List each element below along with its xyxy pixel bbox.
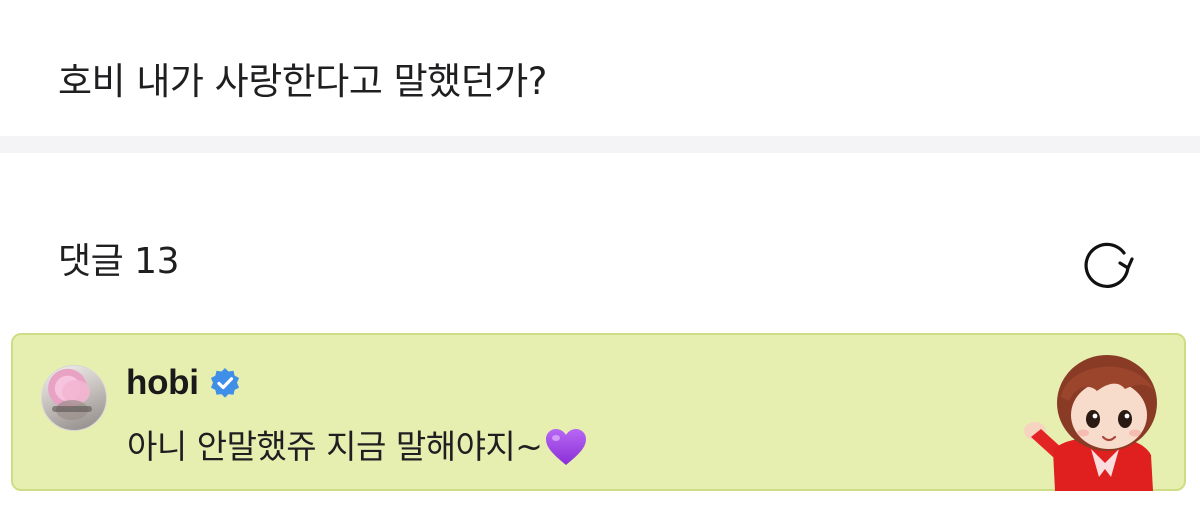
refresh-button[interactable] [1078, 238, 1136, 290]
section-divider [0, 136, 1200, 153]
comment-body: 아니 안말했쥬 지금 말해야지~ [127, 427, 543, 466]
character-sticker [1024, 355, 1157, 491]
username-row: hobi [126, 361, 241, 405]
comment-text: 아니 안말했쥬 지금 말해야지~ [127, 425, 588, 469]
refresh-icon [1084, 242, 1134, 288]
post-text: 호비 내가 사랑한다고 말했던가? [58, 60, 547, 103]
avatar[interactable] [41, 365, 107, 431]
comments-header: 댓글 13 [58, 241, 180, 282]
purple-heart-icon [546, 429, 587, 465]
verified-badge-icon [210, 368, 239, 398]
comment-card[interactable]: hobi 아니 안말했쥬 지금 말해야지~ [11, 333, 1186, 491]
username[interactable]: hobi [126, 363, 199, 403]
